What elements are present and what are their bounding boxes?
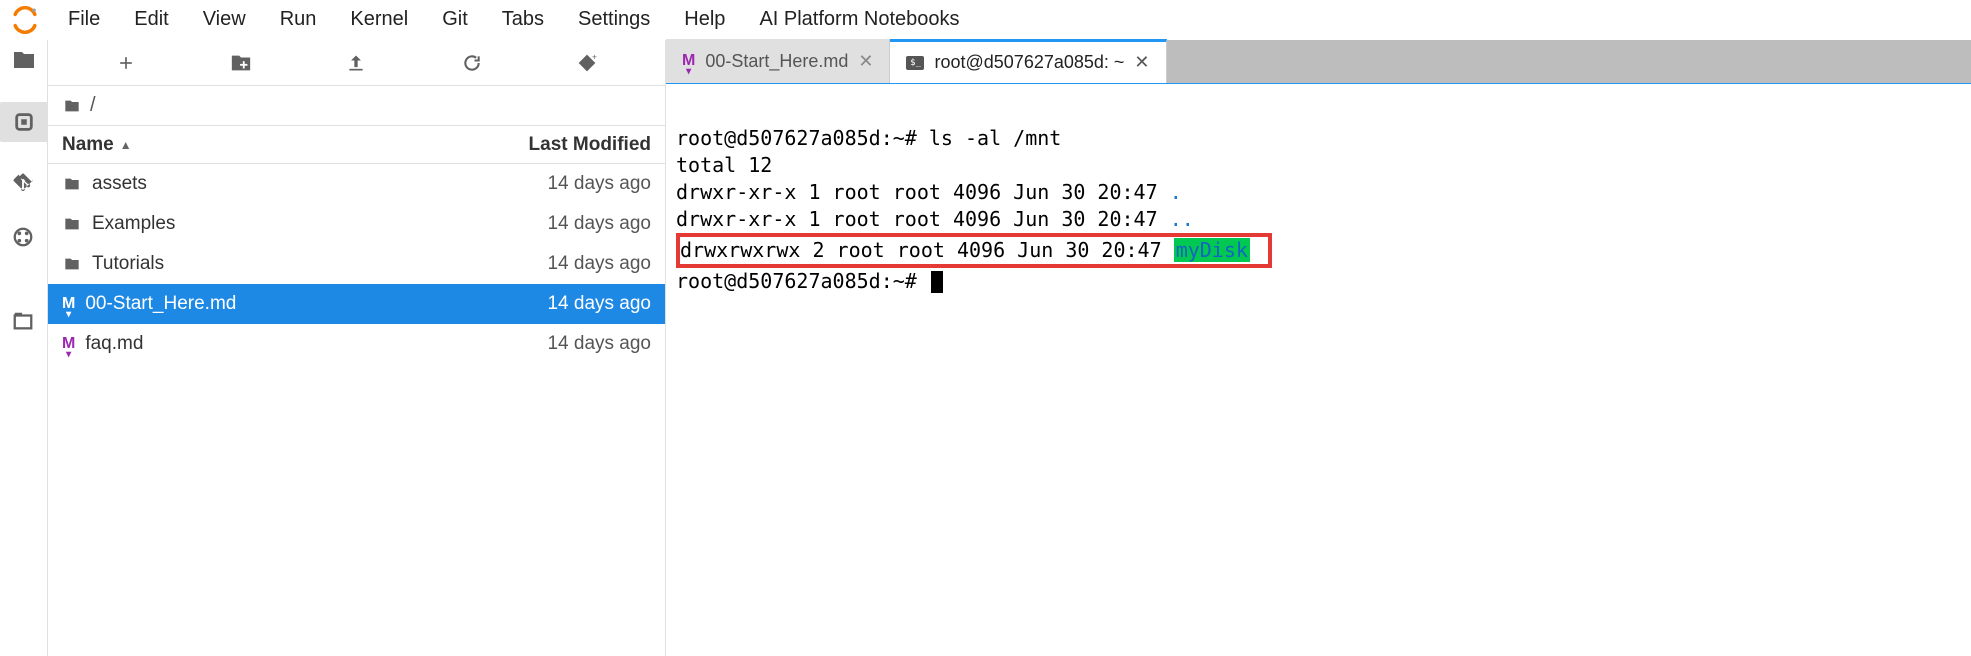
git-clone-icon[interactable]: +: [576, 52, 598, 74]
column-name[interactable]: Name: [62, 134, 114, 156]
file-modified: 14 days ago: [451, 173, 651, 195]
file-row[interactable]: Tutorials 14 days ago: [48, 244, 665, 284]
file-list-header: Name ▲ Last Modified: [48, 126, 665, 164]
menu-edit[interactable]: Edit: [120, 2, 182, 37]
menu-run[interactable]: Run: [266, 2, 331, 37]
tab-terminal[interactable]: $_ root@d507627a085d: ~ ✕: [890, 39, 1166, 83]
tabs-icon[interactable]: [12, 310, 36, 334]
svg-text:+: +: [592, 53, 597, 62]
tab-bar: M 00-Start_Here.md ✕ $_ root@d507627a085d: ~…: [666, 40, 1971, 84]
file-name: faq.md: [85, 333, 143, 355]
file-row[interactable]: Mfaq.md 14 days ago: [48, 324, 665, 364]
close-icon[interactable]: ✕: [858, 51, 873, 72]
file-modified: 14 days ago: [451, 333, 651, 355]
file-name: Tutorials: [92, 253, 164, 275]
menu-bar: File Edit View Run Kernel Git Tabs Setti…: [0, 0, 1971, 40]
file-toolbar: +: [48, 40, 665, 86]
folder-icon[interactable]: [12, 48, 36, 72]
menu-help[interactable]: Help: [670, 2, 739, 37]
file-row[interactable]: assets 14 days ago: [48, 164, 665, 204]
cursor: [931, 271, 943, 293]
file-name: assets: [92, 173, 147, 195]
terminal-line: total 12: [676, 153, 772, 177]
folder-icon: [62, 216, 82, 232]
file-name: 00-Start_Here.md: [85, 293, 236, 315]
menu-git[interactable]: Git: [428, 2, 482, 37]
menu-file[interactable]: File: [54, 2, 114, 37]
highlight-box: drwxrwxrwx 2 root root 4096 Jun 30 20:47…: [676, 233, 1272, 268]
file-list: assets14 days agoExamples14 days agoTuto…: [48, 164, 665, 656]
terminal[interactable]: root@d507627a085d:~# ls -al /mnt total 1…: [666, 84, 1971, 656]
new-launcher-icon[interactable]: [115, 52, 137, 74]
sort-caret-icon: ▲: [120, 138, 132, 152]
tab-markdown[interactable]: M 00-Start_Here.md ✕: [666, 39, 890, 83]
jupyter-logo: [10, 5, 40, 35]
new-folder-icon[interactable]: [230, 52, 252, 74]
work-area: M 00-Start_Here.md ✕ $_ root@d507627a085d: ~…: [666, 40, 1971, 656]
file-row[interactable]: Examples 14 days ago: [48, 204, 665, 244]
activity-bar: [0, 40, 48, 656]
git-icon[interactable]: [12, 172, 36, 196]
markdown-icon: M: [682, 53, 695, 69]
markdown-icon: M: [62, 336, 75, 352]
upload-icon[interactable]: [345, 52, 367, 74]
tab-label: root@d507627a085d: ~: [934, 52, 1124, 73]
menu-tabs[interactable]: Tabs: [488, 2, 558, 37]
terminal-line: drwxr-xr-x 1 root root 4096 Jun 30 20:47…: [676, 180, 1182, 204]
folder-icon: [62, 176, 82, 192]
menu-settings[interactable]: Settings: [564, 2, 664, 37]
menu-kernel[interactable]: Kernel: [336, 2, 422, 37]
close-icon[interactable]: ✕: [1134, 52, 1149, 73]
terminal-line: root@d507627a085d:~#: [676, 269, 943, 293]
file-browser: + / Name ▲ Last Modified assets 14 days a…: [48, 40, 666, 656]
folder-icon: [62, 256, 82, 272]
tab-label: 00-Start_Here.md: [705, 51, 848, 72]
file-modified: 14 days ago: [451, 293, 651, 315]
terminal-line: drwxr-xr-x 1 root root 4096 Jun 30 20:47…: [676, 207, 1194, 231]
file-modified: 14 days ago: [451, 253, 651, 275]
running-icon[interactable]: [0, 102, 48, 142]
menu-ai-platform[interactable]: AI Platform Notebooks: [745, 2, 973, 37]
menu-view[interactable]: View: [189, 2, 260, 37]
breadcrumb[interactable]: /: [48, 86, 665, 126]
refresh-icon[interactable]: [461, 52, 483, 74]
breadcrumb-path: /: [90, 94, 96, 117]
file-modified: 14 days ago: [451, 213, 651, 235]
terminal-icon: $_: [906, 56, 924, 70]
folder-icon: [62, 98, 82, 114]
file-row[interactable]: M 00-Start_Here.md 14 days ago: [48, 284, 665, 324]
file-name: Examples: [92, 213, 175, 235]
commands-icon[interactable]: [12, 226, 36, 250]
terminal-line: root@d507627a085d:~# ls -al /mnt: [676, 126, 1061, 150]
markdown-icon: M: [62, 296, 75, 312]
column-modified[interactable]: Last Modified: [451, 134, 651, 156]
